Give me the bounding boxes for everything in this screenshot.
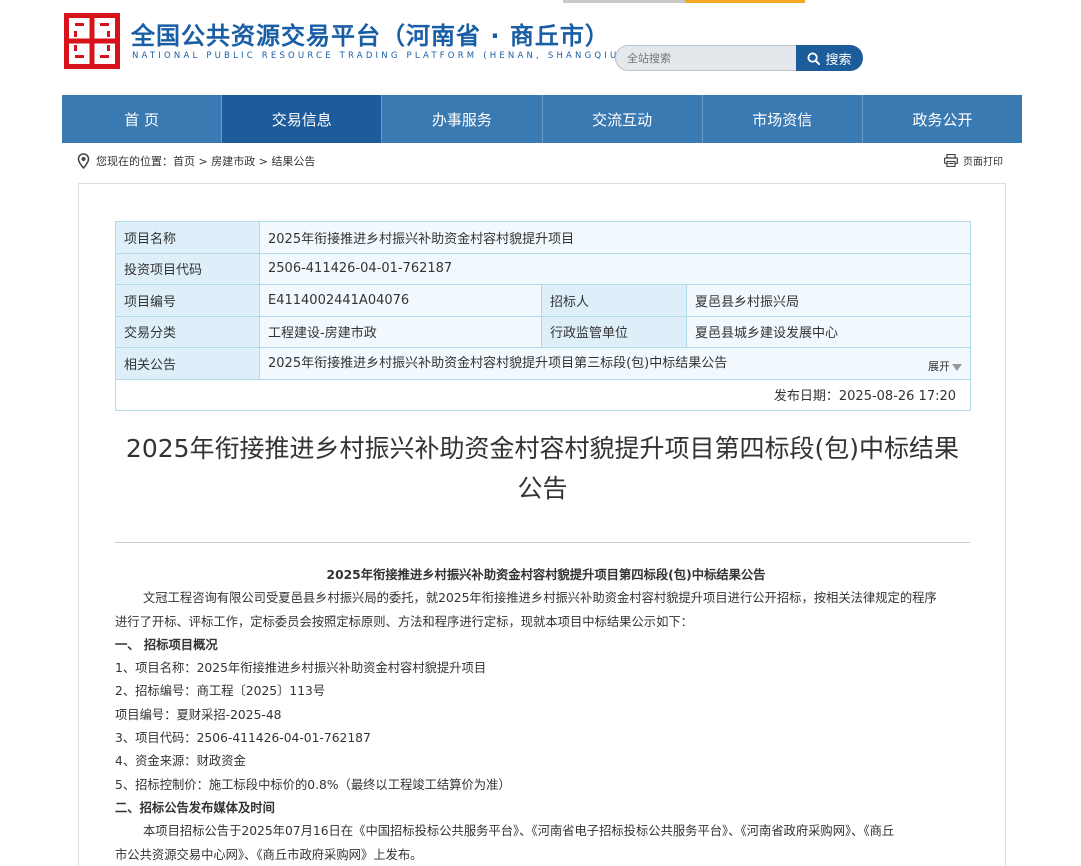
paragraph: 本项目招标公告于2025年07月16日在《中国招标投标公共服务平台》、《河南省电… — [143, 824, 895, 839]
nav-item-home[interactable]: 首 页 — [62, 95, 223, 143]
category-label: 交易分类 — [115, 315, 260, 348]
main-nav: 首 页 交易信息 办事服务 交流互动 市场资信 政务公开 — [62, 95, 1022, 143]
section-heading: 二、招标公告发布媒体及时间 — [115, 800, 275, 815]
breadcrumb-category[interactable]: 房建市政 — [211, 155, 255, 168]
logo-icon — [64, 13, 120, 69]
project-no-value: E4114002441A04076 — [259, 284, 542, 317]
paragraph: 进行了开标、评标工作，定标委员会按照定标原则、方法和程序进行定标，现就本项目中标… — [115, 614, 693, 629]
article-body: 2025年衔接推进乡村振兴补助资金村容村貌提升项目第四标段(包)中标结果公告 文… — [115, 564, 977, 866]
paragraph: 文冠工程咨询有限公司受夏邑县乡村振兴局的委托，就2025年衔接推进乡村振兴补助资… — [143, 591, 937, 606]
tenderer-label: 招标人 — [541, 284, 687, 317]
related-label: 相关公告 — [115, 347, 260, 380]
printer-icon — [944, 154, 958, 167]
invest-code-value: 2506-411426-04-01-762187 — [258, 252, 972, 285]
nav-item-services[interactable]: 办事服务 — [382, 95, 543, 143]
breadcrumb-home[interactable]: 首页 — [173, 155, 195, 168]
project-info-table: 项目名称 2025年衔接推进乡村振兴补助资金村容村貌提升项目 投资项目代码 25… — [114, 221, 972, 411]
table-row: 项目编号 E4114002441A04076 招标人 夏邑县乡村振兴局 — [115, 284, 972, 317]
list-item: 5、招标控制价：施工标段中标价的0.8%（最终以工程竣工结算价为准） — [115, 777, 511, 792]
project-name-label: 项目名称 — [115, 221, 260, 254]
search-box: 搜索 — [615, 45, 863, 71]
publish-date: 发布日期：2025-08-26 17:20 — [114, 378, 972, 411]
tenderer-value: 夏邑县乡村振兴局 — [685, 284, 972, 317]
supervisor-label: 行政监管单位 — [541, 315, 687, 348]
breadcrumb: 您现在的位置：首页 > 房建市政 > 结果公告 — [77, 153, 315, 169]
article-title: 2025年衔接推进乡村振兴补助资金村容村貌提升项目第四标段(包)中标结果公告 — [125, 434, 960, 503]
invest-code-label: 投资项目代码 — [115, 252, 260, 285]
section-heading: 一、 招标项目概况 — [115, 637, 218, 652]
location-bar: 您现在的位置：首页 > 房建市政 > 结果公告 页面打印 — [77, 153, 1007, 173]
site-subtitle: NATIONAL PUBLIC RESOURCE TRADING PLATFOR… — [132, 51, 626, 61]
site-header: 全国公共资源交易平台（河南省 · 商丘市） NATIONAL PUBLIC RE… — [0, 0, 1081, 95]
triangle-down-icon — [952, 363, 963, 371]
site-title: 全国公共资源交易平台（河南省 · 商丘市） — [131, 22, 610, 50]
table-row: 交易分类 工程建设-房建市政 行政监管单位 夏邑县城乡建设发展中心 — [115, 315, 972, 348]
table-row: 项目名称 2025年衔接推进乡村振兴补助资金村容村貌提升项目 — [115, 221, 972, 254]
list-item: 2、招标编号：商工程〔2025〕113号 — [115, 684, 326, 699]
category-value: 工程建设-房建市政 — [259, 315, 542, 348]
table-row: 发布日期：2025-08-26 17:20 — [114, 378, 972, 411]
breadcrumb-prefix: 您现在的位置： — [96, 155, 173, 168]
search-button-label: 搜索 — [825, 52, 852, 68]
table-row: 投资项目代码 2506-411426-04-01-762187 — [115, 252, 972, 285]
supervisor-value: 夏邑县城乡建设发展中心 — [685, 315, 972, 348]
search-button[interactable]: 搜索 — [796, 45, 863, 71]
divider — [115, 542, 970, 543]
nav-item-credit[interactable]: 市场资信 — [703, 95, 863, 143]
related-cell: 2025年衔接推进乡村振兴补助资金村容村貌提升项目第三标段(包)中标结果公告 展… — [258, 347, 972, 380]
project-name-value: 2025年衔接推进乡村振兴补助资金村容村貌提升项目 — [258, 221, 972, 254]
list-item: 4、资金来源：财政资金 — [115, 754, 246, 769]
expand-label: 展开 — [928, 360, 951, 374]
print-label: 页面打印 — [963, 157, 1003, 168]
list-item: 项目编号：夏财采招-2025-48 — [115, 707, 282, 722]
list-item: 3、项目代码：2506-411426-04-01-762187 — [115, 731, 371, 746]
project-no-label: 项目编号 — [115, 284, 260, 317]
content-panel: 项目名称 2025年衔接推进乡村振兴补助资金村容村貌提升项目 投资项目代码 25… — [78, 183, 1006, 866]
search-input[interactable] — [615, 45, 798, 71]
print-button[interactable]: 页面打印 — [944, 153, 1003, 168]
related-notice-link[interactable]: 2025年衔接推进乡村振兴补助资金村容村貌提升项目第三标段(包)中标结果公告 — [268, 356, 727, 371]
breadcrumb-current[interactable]: 结果公告 — [271, 155, 315, 168]
list-item: 1、项目名称：2025年衔接推进乡村振兴补助资金村容村貌提升项目 — [115, 661, 487, 676]
nav-item-interaction[interactable]: 交流互动 — [543, 95, 703, 143]
nav-item-trading-info[interactable]: 交易信息 — [222, 95, 383, 143]
search-icon — [807, 51, 821, 65]
paragraph: 市公共资源交易中心网》、《商丘市政府采购网》上发布。 — [115, 847, 423, 862]
location-pin-icon — [77, 153, 90, 169]
expand-toggle[interactable]: 展开 — [928, 358, 963, 374]
table-row: 相关公告 2025年衔接推进乡村振兴补助资金村容村貌提升项目第三标段(包)中标结… — [115, 347, 972, 380]
content-title: 2025年衔接推进乡村振兴补助资金村容村貌提升项目第四标段(包)中标结果公告 — [326, 568, 766, 582]
nav-item-gov-affairs[interactable]: 政务公开 — [863, 95, 1022, 143]
